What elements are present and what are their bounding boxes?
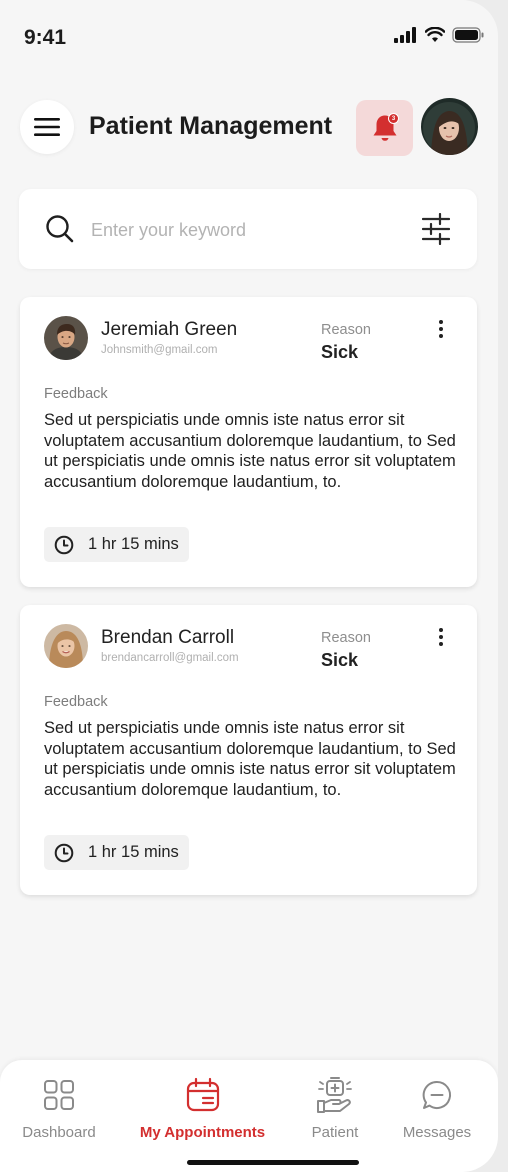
nav-label: Dashboard — [22, 1124, 96, 1141]
menu-button[interactable] — [20, 100, 74, 154]
calendar-icon — [186, 1077, 219, 1112]
more-options-icon[interactable] — [434, 320, 448, 342]
patient-avatar — [44, 316, 88, 360]
patient-avatar-image — [44, 624, 88, 668]
duration-text: 1 hr 15 mins — [88, 535, 179, 553]
reason-label: Reason — [321, 630, 371, 646]
dashboard-grid-icon — [44, 1080, 74, 1110]
filter-sliders-icon[interactable] — [422, 213, 450, 245]
search-icon[interactable] — [45, 214, 75, 244]
status-time: 9:41 — [24, 26, 67, 49]
patient-email: brendancarroll@gmail.com — [101, 652, 239, 664]
notification-badge: 3 — [388, 113, 399, 124]
nav-item-patient[interactable]: Patient — [296, 1060, 374, 1172]
hamburger-menu-icon — [34, 118, 60, 136]
search-input[interactable] — [89, 215, 393, 245]
duration-chip: 1 hr 15 mins — [44, 835, 189, 870]
bottom-navigation: Dashboard My Appointments Patient Messag… — [0, 1060, 498, 1172]
header: Patient Management 3 — [20, 98, 478, 156]
feedback-label: Feedback — [44, 386, 108, 402]
patient-avatar-image — [44, 316, 88, 360]
user-avatar[interactable] — [421, 98, 478, 155]
nav-item-dashboard[interactable]: Dashboard — [12, 1060, 106, 1172]
nav-item-my-appointments[interactable]: My Appointments — [130, 1060, 275, 1172]
feedback-text: Sed ut perspiciatis unde omnis iste natu… — [44, 411, 456, 491]
battery-icon — [452, 27, 484, 43]
clock-icon — [54, 535, 74, 555]
feedback-label: Feedback — [44, 694, 108, 710]
clock-icon — [54, 843, 74, 863]
notification-button[interactable]: 3 — [356, 100, 413, 156]
feedback-text: Sed ut perspiciatis unde omnis iste natu… — [44, 719, 456, 799]
page-title: Patient Management — [89, 112, 333, 140]
reason-value: Sick — [321, 650, 359, 670]
notification-count: 3 — [389, 114, 398, 123]
status-icons — [394, 27, 484, 43]
patient-name: Jeremiah Green — [101, 319, 238, 340]
patient-care-icon — [317, 1077, 352, 1113]
patient-avatar — [44, 624, 88, 668]
nav-label: Messages — [402, 1124, 472, 1141]
nav-label: Patient — [311, 1124, 359, 1141]
app-screen: 9:41 Patient Management 3 Enter your key… — [0, 0, 498, 1172]
search-bar — [19, 189, 477, 269]
wifi-icon — [425, 27, 445, 42]
appointment-card[interactable]: Jeremiah Green Johnsmith@gmail.com Reaso… — [20, 297, 477, 587]
user-avatar-image — [421, 98, 478, 155]
patient-name: Brendan Carroll — [101, 627, 235, 648]
reason-label: Reason — [321, 322, 371, 338]
status-bar: 9:41 — [0, 0, 498, 70]
nav-label: My Appointments — [139, 1124, 266, 1141]
reason-value: Sick — [321, 342, 359, 362]
signal-icon — [394, 27, 416, 43]
home-indicator — [187, 1160, 359, 1165]
chat-bubble-icon — [422, 1080, 452, 1109]
more-options-icon[interactable] — [434, 628, 448, 650]
appointment-card[interactable]: Brendan Carroll brendancarroll@gmail.com… — [20, 605, 477, 895]
nav-item-messages[interactable]: Messages — [392, 1060, 482, 1172]
duration-text: 1 hr 15 mins — [88, 843, 179, 861]
patient-email: Johnsmith@gmail.com — [101, 344, 218, 356]
duration-chip: 1 hr 15 mins — [44, 527, 189, 562]
